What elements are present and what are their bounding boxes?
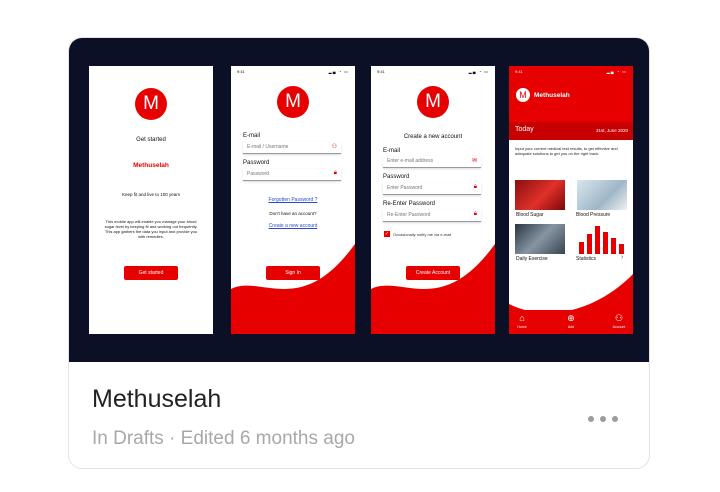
email-field[interactable]: Enter e-mail address ✉ xyxy=(383,156,481,168)
chevron-right-icon[interactable]: › xyxy=(621,254,623,261)
project-thumbnail[interactable]: M Get started Methuselah Keep fit and li… xyxy=(69,38,649,362)
create-account-link[interactable]: Create a new account xyxy=(231,223,355,229)
app-logo: M xyxy=(417,86,449,118)
project-card[interactable]: M Get started Methuselah Keep fit and li… xyxy=(68,37,650,469)
lock-icon: 🔒︎ xyxy=(473,211,477,217)
password-label: Password xyxy=(383,174,410,180)
tab-account-label: Account xyxy=(612,325,626,329)
reenter-password-label: Re-Enter Password xyxy=(383,201,436,207)
signal-icon: ▂▄ ◔ ▭ xyxy=(328,69,349,74)
app-logo: M xyxy=(277,86,309,118)
sign-in-button[interactable]: Sign In xyxy=(266,266,320,280)
app-description: This mobile app will enable you manage y… xyxy=(104,219,198,239)
password-label: Password xyxy=(243,160,270,166)
status-time: 9:41 xyxy=(377,69,385,74)
app-logo: M xyxy=(135,88,167,120)
daily-exercise-image[interactable] xyxy=(515,224,565,254)
password-placeholder: Enter Password xyxy=(387,185,423,191)
brand-name: Methuselah xyxy=(534,92,570,99)
email-placeholder: E-mail / Username xyxy=(247,144,289,150)
app-logo: M xyxy=(516,88,530,102)
bottom-tab-bar: ⌂ Home ⊕ Add ⚇ Account xyxy=(509,310,633,334)
get-started-button[interactable]: Get started xyxy=(124,266,178,280)
status-time: 9:41 xyxy=(237,69,245,74)
card-info: Methuselah In Drafts · Edited 6 months a… xyxy=(69,362,649,468)
notify-checkbox[interactable]: ✓ xyxy=(384,231,390,237)
more-options-icon[interactable] xyxy=(588,414,622,426)
reenter-password-placeholder: Re-Enter Password xyxy=(387,212,431,218)
no-account-text: Don't have an account? xyxy=(269,211,317,216)
status-time: 9:41 xyxy=(515,69,523,74)
create-account-button[interactable]: Create Account xyxy=(406,266,460,280)
mail-icon: ✉ xyxy=(471,158,477,164)
blood-sugar-image[interactable] xyxy=(515,180,565,210)
tile-label-blood-pressure: Blood Pressure xyxy=(576,212,611,218)
lock-icon: 🔒︎ xyxy=(473,184,477,190)
screen-create-account: 9:41 ▂▄ ◔ ▭ M Create a new account E-mai… xyxy=(371,66,495,334)
password-placeholder: Password xyxy=(247,171,269,177)
screen-sign-in: 9:41 ▂▄ ◔ ▭ M E-mail E-mail / Username ⚇… xyxy=(231,66,355,334)
blood-pressure-image[interactable] xyxy=(577,180,627,210)
today-label: Today xyxy=(515,126,534,133)
status-bar: 9:41 ▂▄ ◔ ▭ xyxy=(515,69,627,77)
screen-dashboard: 9:41 ▂▄ ◔ ▭ M Methuselah Today 31st, Jun… xyxy=(509,66,633,334)
forgot-password-link[interactable]: Forgotten Password ? xyxy=(231,197,355,203)
email-placeholder: Enter e-mail address xyxy=(387,158,434,164)
brand-name: Methuselah xyxy=(133,162,169,169)
tile-label-blood-sugar: Blood Sugar xyxy=(516,212,544,218)
password-field[interactable]: Password 🔒︎ xyxy=(243,169,341,181)
signal-icon: ▂▄ ◔ ▭ xyxy=(606,69,627,74)
red-wave-decoration xyxy=(371,244,495,334)
red-wave-decoration xyxy=(231,244,355,334)
add-icon[interactable]: ⊕ xyxy=(560,313,582,324)
get-started-heading: Get started xyxy=(136,137,166,143)
lock-icon: 🔒︎ xyxy=(333,170,337,176)
tagline: Keep fit and live to 100 years xyxy=(121,192,181,197)
status-bar: 9:41 ▂▄ ◔ ▭ xyxy=(237,69,349,77)
tab-home-label: Home xyxy=(517,325,527,329)
email-label: E-mail xyxy=(243,133,261,139)
today-bar: Today 31st, June 2020 xyxy=(509,122,633,140)
reenter-password-field[interactable]: Re-Enter Password 🔒︎ xyxy=(383,210,481,222)
email-label: E-mail xyxy=(383,148,401,154)
screen-get-started: M Get started Methuselah Keep fit and li… xyxy=(89,66,213,334)
today-date: 31st, June 2020 xyxy=(595,128,628,133)
dashboard-header: 9:41 ▂▄ ◔ ▭ M Methuselah xyxy=(509,66,633,122)
tile-label-daily-exercise: Daily Exercise xyxy=(516,256,548,262)
account-icon[interactable]: ⚇ xyxy=(608,313,630,324)
user-icon: ⚇ xyxy=(331,144,337,150)
password-field[interactable]: Enter Password 🔒︎ xyxy=(383,183,481,195)
home-icon[interactable]: ⌂ xyxy=(511,313,533,323)
project-subtitle: In Drafts · Edited 6 months ago xyxy=(92,428,355,449)
notify-checkbox-label: Occasionally notify me via e-mail xyxy=(393,232,452,237)
create-heading: Create a new account xyxy=(403,134,463,140)
tile-label-statistics: Statistics xyxy=(576,256,597,262)
statistics-bar-icon[interactable] xyxy=(577,224,627,254)
tab-add-label: Add xyxy=(567,325,575,329)
email-field[interactable]: E-mail / Username ⚇ xyxy=(243,142,341,154)
intro-text: Input your current medical test results,… xyxy=(515,146,618,156)
status-bar: 9:41 ▂▄ ◔ ▭ xyxy=(377,69,489,77)
project-title[interactable]: Methuselah xyxy=(92,385,221,414)
signal-icon: ▂▄ ◔ ▭ xyxy=(468,69,489,74)
